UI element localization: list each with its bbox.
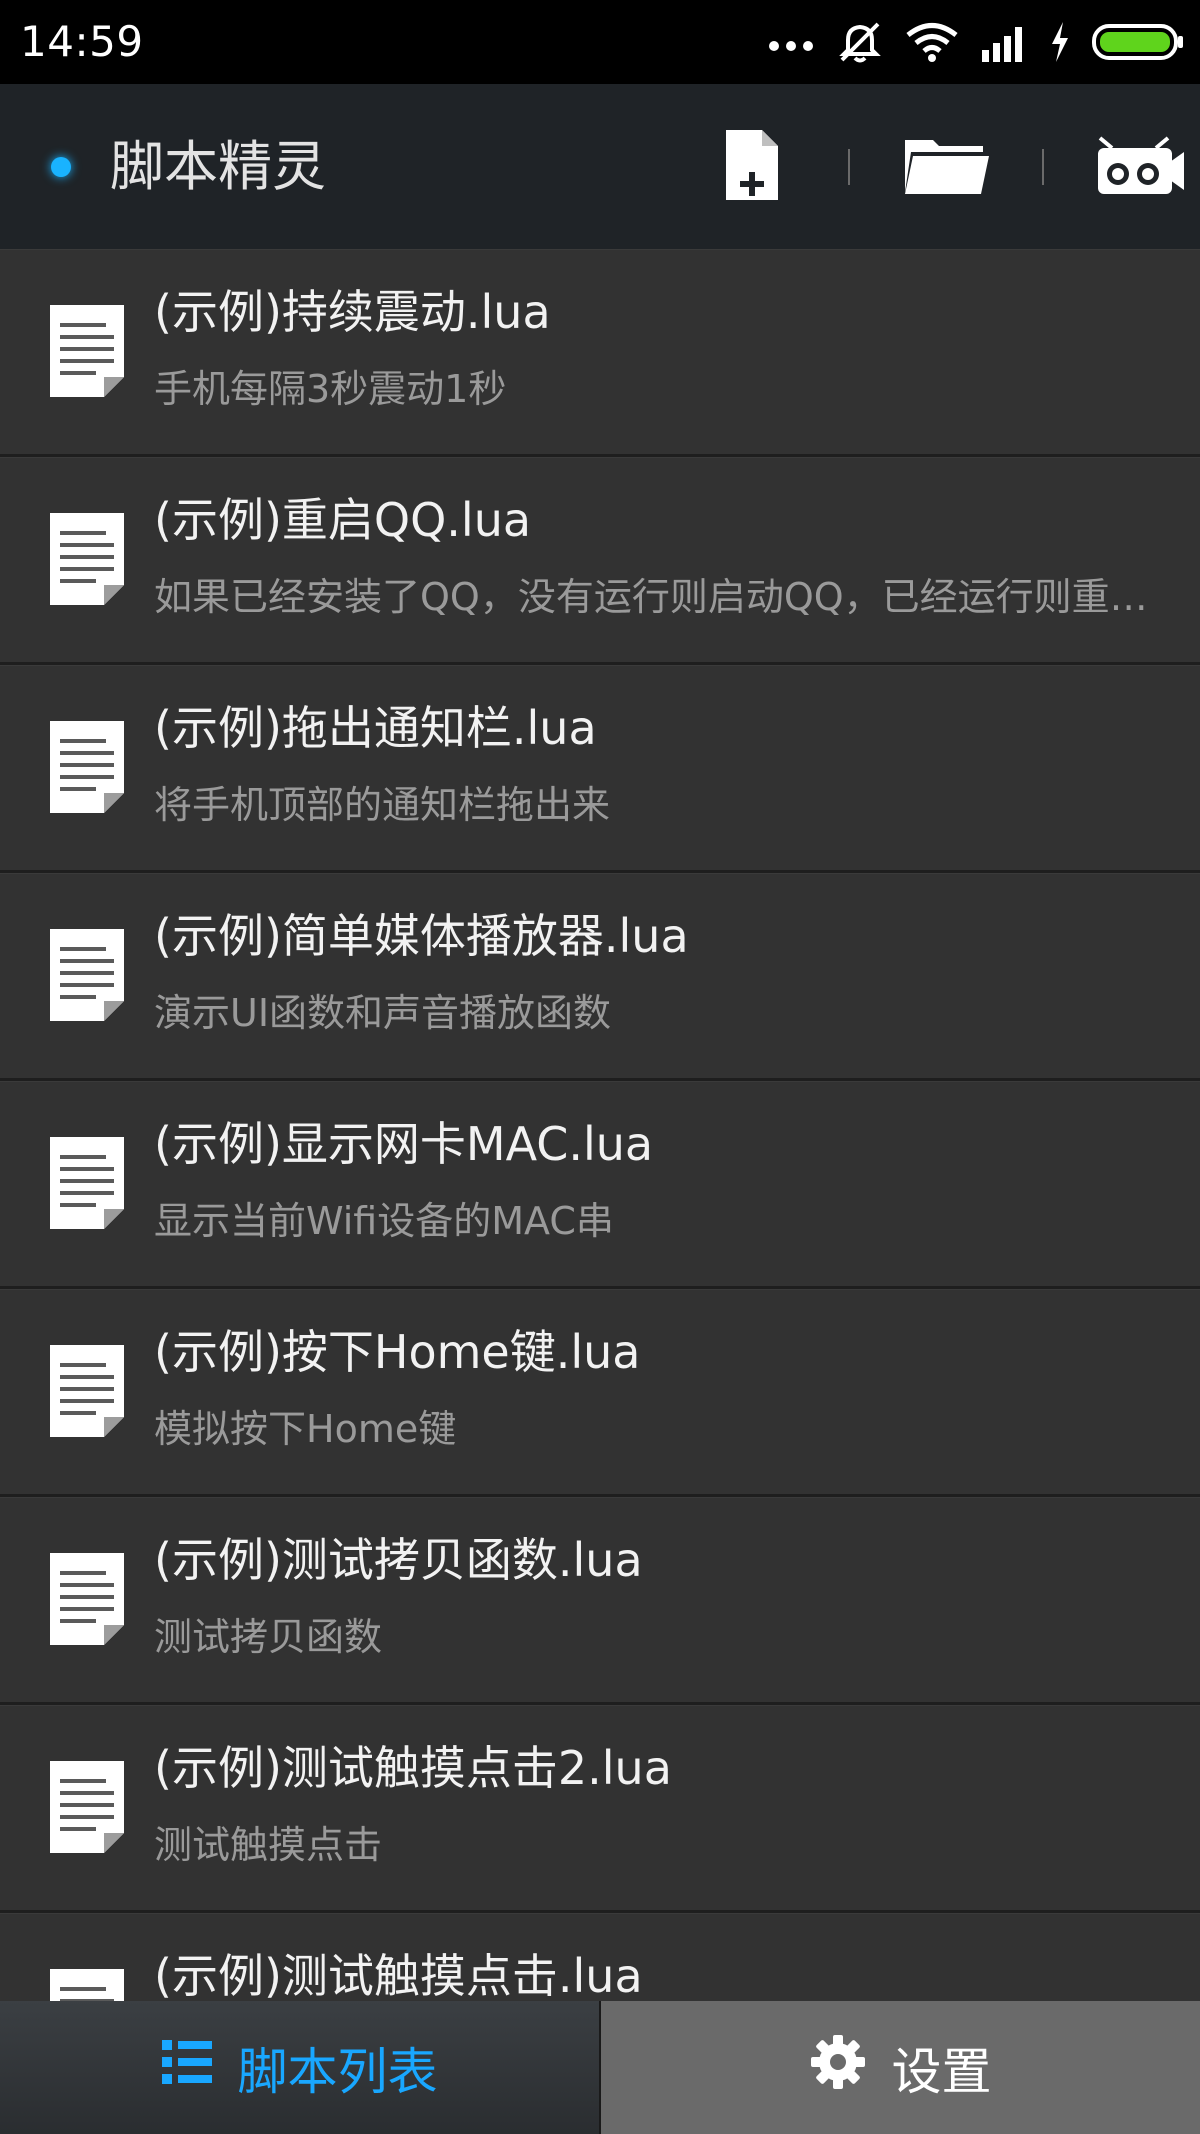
charging-icon (1050, 22, 1070, 62)
list-item[interactable]: (示例)显示网卡MAC.lua 显示当前Wifi设备的MAC串 (0, 1081, 1200, 1289)
script-name: (示例)重启QQ.lua (154, 493, 532, 547)
list-item[interactable]: (示例)重启QQ.lua 如果已经安装了QQ，没有运行则启动QQ，已经运行则重启… (0, 457, 1200, 665)
status-dot-icon (51, 157, 71, 177)
script-name: (示例)持续震动.lua (154, 285, 551, 339)
mute-icon (836, 20, 884, 64)
record-button[interactable] (1080, 84, 1200, 249)
document-icon (48, 925, 126, 1023)
script-name: (示例)显示网卡MAC.lua (154, 1117, 654, 1171)
list-item[interactable]: (示例)测试触摸点击2.lua 测试触摸点击 (0, 1705, 1200, 1913)
script-name: (示例)按下Home键.lua (154, 1325, 641, 1379)
script-name: (示例)测试触摸点击.lua (154, 1949, 643, 2001)
script-description: 手机每隔3秒震动1秒 (154, 367, 507, 411)
status-time: 14:59 (20, 17, 144, 66)
folder-icon (903, 134, 989, 200)
signal-icon (980, 22, 1028, 62)
list-item[interactable]: (示例)测试拷贝函数.lua 测试拷贝函数 (0, 1497, 1200, 1705)
script-description: 显示当前Wifi设备的MAC串 (154, 1199, 614, 1243)
document-icon (48, 1965, 126, 2001)
script-description: 将手机顶部的通知栏拖出来 (154, 783, 611, 827)
list-item[interactable]: (示例)简单媒体播放器.lua 演示UI函数和声音播放函数 (0, 873, 1200, 1081)
tab-settings[interactable]: 设置 (601, 2001, 1200, 2134)
screen: 14:59 脚本精灵 (示例)持续震动.lua 手机每隔3秒震动1秒 (示例)重… (0, 0, 1200, 2134)
script-description: 测试拷贝函数 (154, 1615, 383, 1659)
more-icon (768, 32, 814, 52)
app-bar-actions (692, 84, 1200, 249)
document-icon (48, 1133, 126, 1231)
document-icon (48, 301, 126, 399)
app-title: 脚本精灵 (110, 135, 326, 198)
script-description: 演示UI函数和声音播放函数 (154, 991, 612, 1035)
script-list: (示例)持续震动.lua 手机每隔3秒震动1秒 (示例)重启QQ.lua 如果已… (0, 249, 1200, 2001)
script-name: (示例)简单媒体播放器.lua (154, 909, 689, 963)
list-item[interactable]: (示例)持续震动.lua 手机每隔3秒震动1秒 (0, 249, 1200, 457)
wifi-icon (906, 22, 958, 62)
script-name: (示例)测试触摸点击2.lua (154, 1741, 672, 1795)
document-icon (48, 509, 126, 607)
list-item[interactable]: (示例)拖出通知栏.lua 将手机顶部的通知栏拖出来 (0, 665, 1200, 873)
list-icon (161, 2038, 212, 2098)
status-bar: 14:59 (0, 0, 1200, 84)
tab-settings-label: 设置 (891, 2042, 992, 2101)
bottom-tab-bar: 脚本列表 设置 (0, 2001, 1200, 2134)
divider (1042, 148, 1044, 185)
record-icon (1096, 134, 1184, 200)
tab-script-list-label: 脚本列表 (237, 2042, 438, 2101)
script-name: (示例)拖出通知栏.lua (154, 701, 597, 755)
document-icon (48, 1549, 126, 1647)
document-icon (48, 1341, 126, 1439)
script-description: 模拟按下Home键 (154, 1407, 457, 1451)
document-icon (48, 1757, 126, 1855)
tab-script-list[interactable]: 脚本列表 (0, 2001, 601, 2134)
list-item[interactable]: (示例)测试触摸点击.lua (0, 1913, 1200, 2001)
document-icon (48, 717, 126, 815)
script-description: 如果已经安装了QQ，没有运行则启动QQ，已经运行则重启QQ (154, 575, 1154, 619)
open-folder-button[interactable] (886, 84, 1006, 249)
app-bar: 脚本精灵 (0, 84, 1200, 249)
gear-icon (810, 2034, 866, 2102)
new-file-icon (722, 128, 782, 206)
script-name: (示例)测试拷贝函数.lua (154, 1533, 643, 1587)
status-icons (768, 18, 1184, 66)
script-description: 测试触摸点击 (154, 1823, 383, 1867)
divider (848, 148, 850, 185)
new-script-button[interactable] (692, 84, 812, 249)
battery-icon (1092, 22, 1184, 62)
list-item[interactable]: (示例)按下Home键.lua 模拟按下Home键 (0, 1289, 1200, 1497)
